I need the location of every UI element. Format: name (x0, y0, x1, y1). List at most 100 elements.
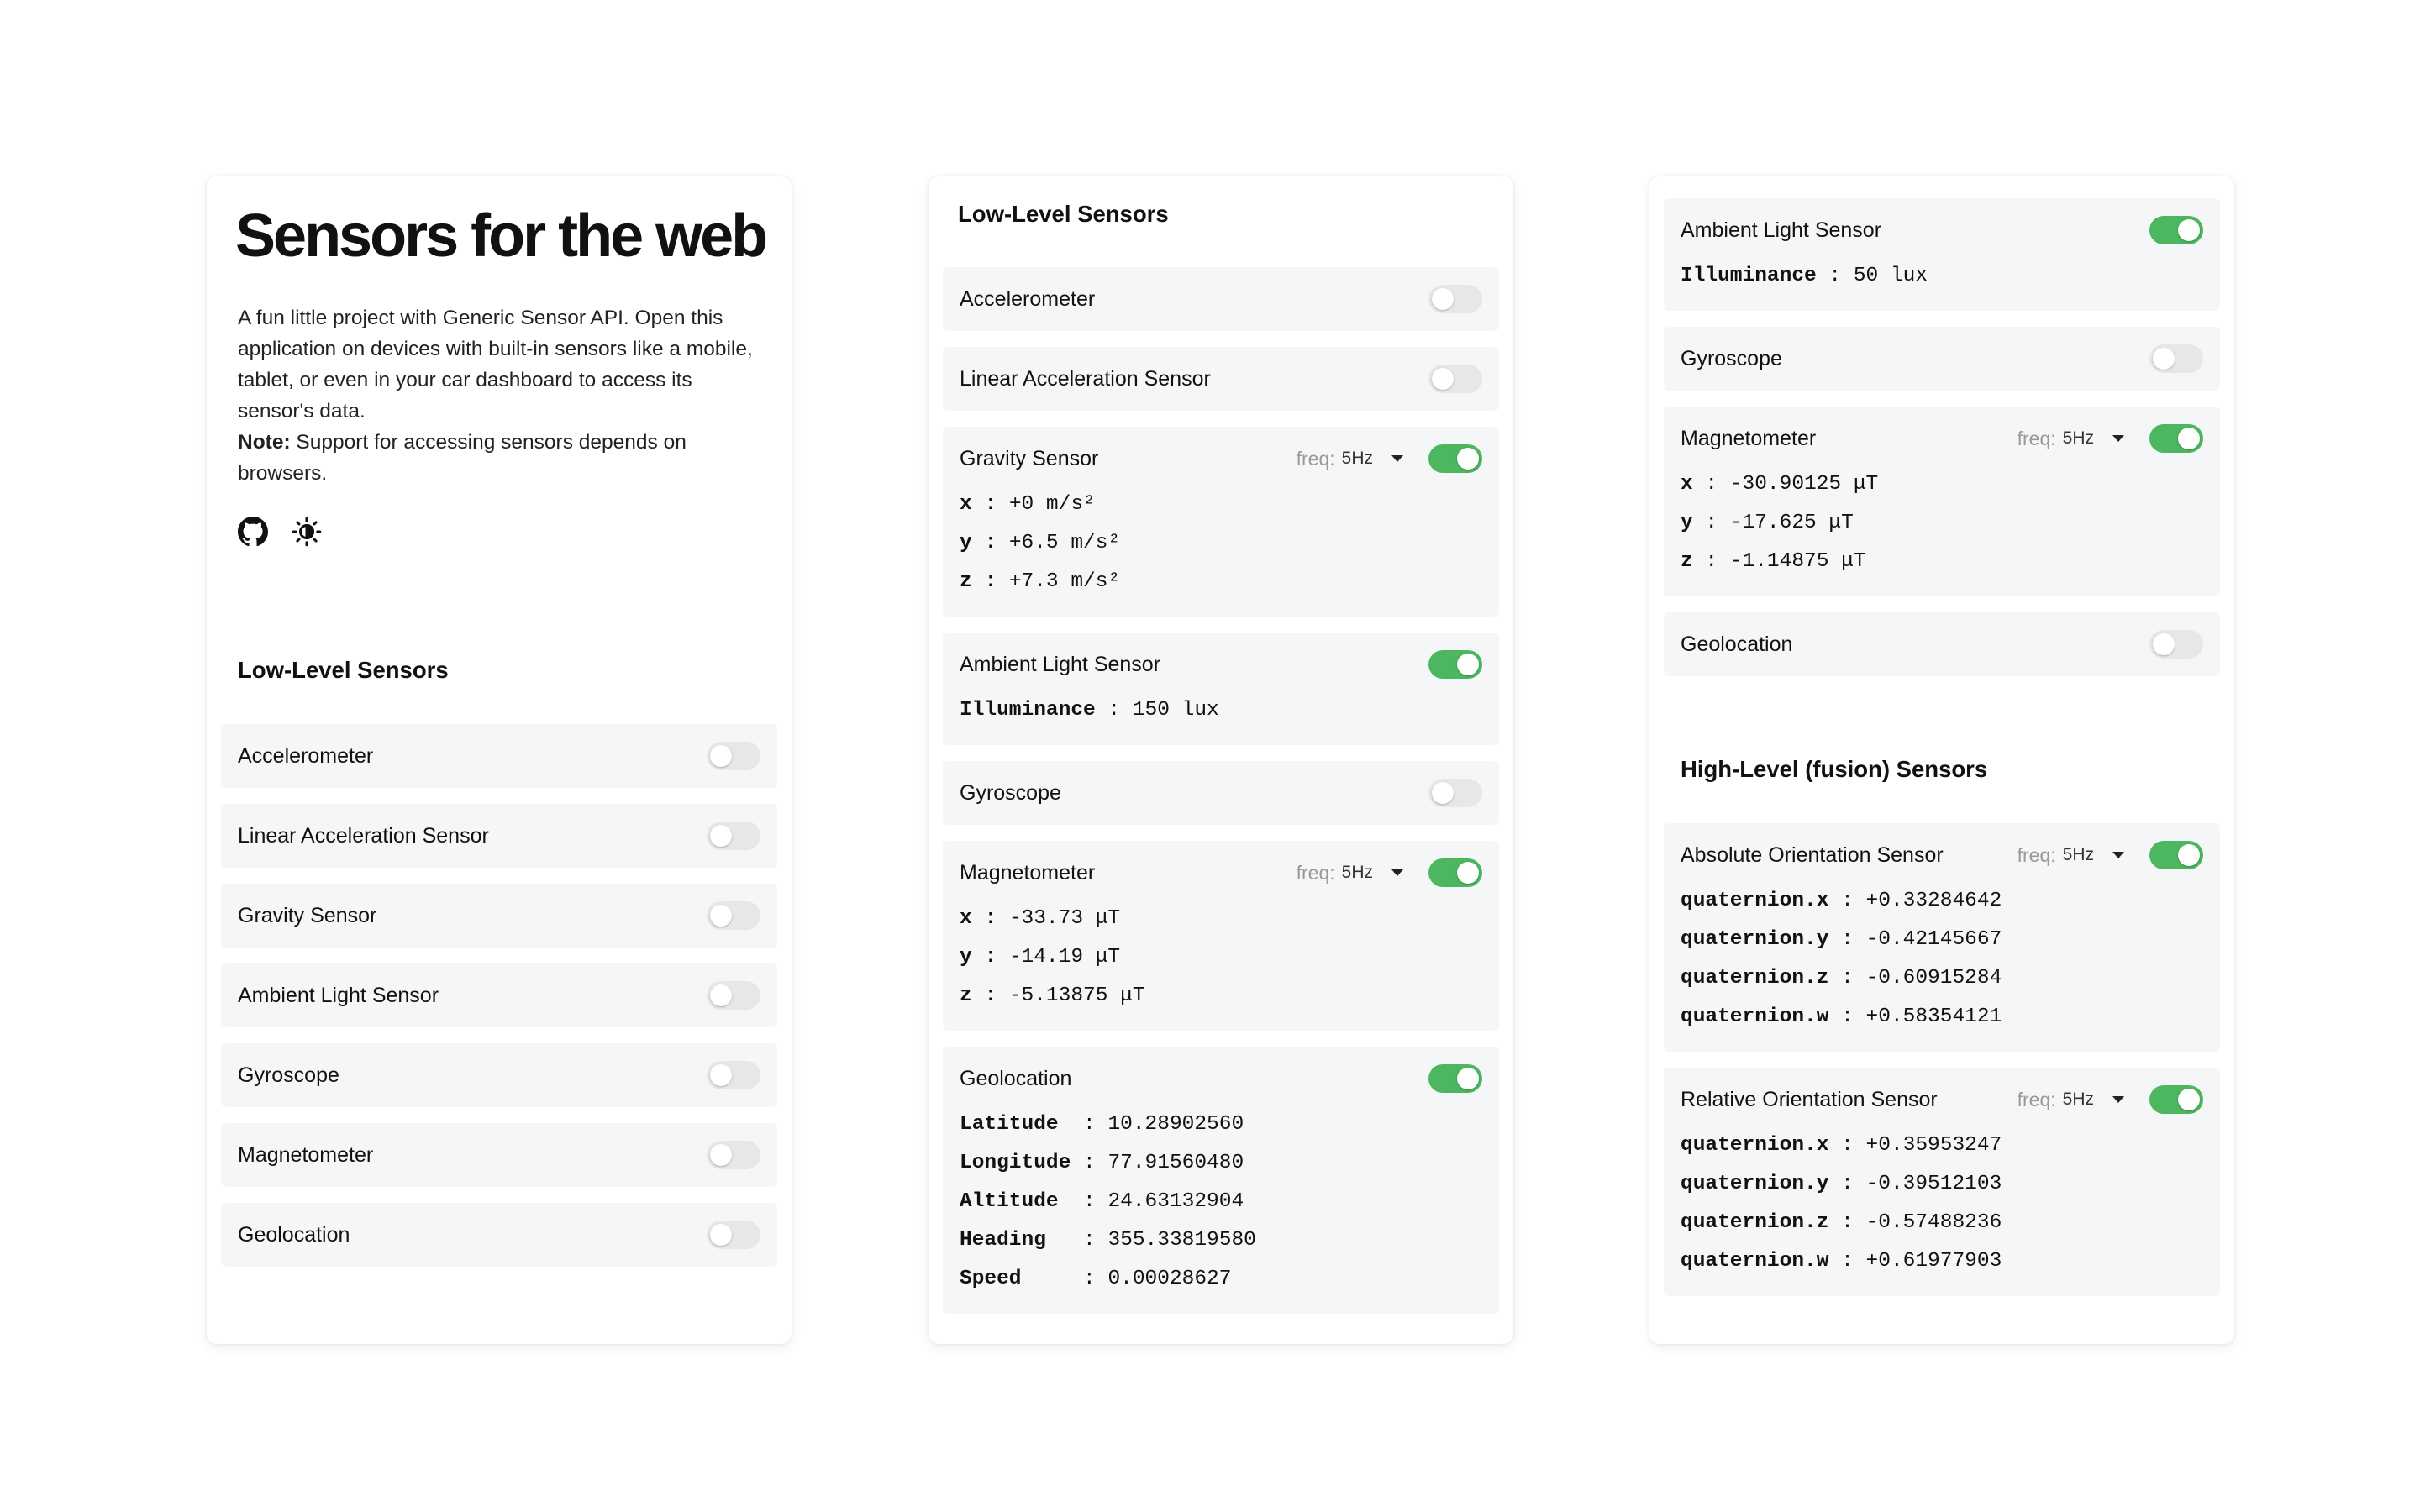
sensor-item-geolocation: Geolocation (221, 1203, 777, 1267)
reading-value: -14.19 μT (1008, 946, 1121, 969)
sensor-toggle[interactable] (1428, 1064, 1482, 1093)
sensor-readings: x : -30.90125 μT y : -17.625 μT z : -1.1… (1681, 465, 2203, 596)
reading-key: quaternion.z (1681, 1211, 1829, 1234)
sensor-toggle[interactable] (2149, 424, 2203, 453)
sensor-toggle[interactable] (707, 1141, 760, 1169)
reading-row: z : -5.13875 μT (960, 984, 1145, 1007)
sensor-name: Gyroscope (1681, 346, 1782, 370)
sensor-item-accelerometer: Accelerometer (221, 724, 777, 788)
low-level-sensors-card: Low-Level Sensors Accelerometer Linear A… (929, 176, 1513, 1344)
sensor-toggle[interactable] (2149, 630, 2203, 659)
reading-row: z : +7.3 m/s² (960, 570, 1121, 593)
sensor-name: Ambient Light Sensor (238, 983, 439, 1007)
sensor-toggle[interactable] (2149, 344, 2203, 373)
frequency-select[interactable]: freq: 5Hz (1297, 862, 1403, 885)
reading-key: z (1681, 550, 1693, 573)
reading-row: Illuminance : 50 lux (1681, 265, 1928, 287)
intro-description: A fun little project with Generic Sensor… (238, 302, 759, 489)
reading-key: quaternion.y (1681, 928, 1829, 951)
freq-label: freq: (2017, 843, 2056, 866)
sensor-name: Magnetometer (238, 1142, 374, 1167)
theme-toggle-icon[interactable] (292, 517, 322, 547)
sensor-toggle[interactable] (1428, 650, 1482, 679)
page-title: Sensors for the web (235, 202, 768, 270)
sensor-item-geolocation: Geolocation Latitude : 10.28902560 Longi… (943, 1047, 1499, 1314)
icon-bar (238, 517, 322, 547)
reading-key: x (960, 493, 972, 516)
freq-label: freq: (1296, 861, 1335, 884)
sensor-toggle[interactable] (707, 822, 760, 850)
sensor-item-gyroscope: Gyroscope (943, 761, 1499, 825)
sensor-toggle[interactable] (2149, 1085, 2203, 1114)
reading-value: 0.00028627 (1107, 1268, 1232, 1290)
sensor-item-magnetometer: Magnetometer freq: 5Hz x : -33.73 μT y :… (943, 841, 1499, 1031)
reading-key: Latitude (960, 1113, 1071, 1136)
frequency-select[interactable]: freq: 5Hz (2018, 844, 2124, 867)
sensor-toggle[interactable] (1428, 444, 1482, 473)
sensor-toggle[interactable] (1428, 779, 1482, 807)
reading-row: quaternion.x : +0.35953247 (1681, 1134, 2002, 1157)
reading-key: x (960, 907, 972, 930)
frequency-select[interactable]: freq: 5Hz (2018, 1089, 2124, 1111)
reading-key: Heading (960, 1229, 1071, 1252)
sensor-name: Accelerometer (960, 286, 1096, 311)
reading-key: Altitude (960, 1190, 1071, 1213)
reading-row: y : -14.19 μT (960, 946, 1121, 969)
reading-row: Latitude : 10.28902560 (960, 1113, 1244, 1136)
reading-row: x : +0 m/s² (960, 493, 1096, 516)
freq-label: freq: (1296, 447, 1335, 470)
fusion-sensors-card: Ambient Light Sensor Illuminance : 50 lu… (1649, 176, 2234, 1344)
sensor-name: Ambient Light Sensor (960, 652, 1161, 676)
frequency-select[interactable]: freq: 5Hz (1297, 448, 1403, 470)
sensor-name: Gravity Sensor (960, 446, 1099, 470)
sensor-toggle[interactable] (1428, 285, 1482, 313)
sensor-item-linear-acceleration: Linear Acceleration Sensor (943, 347, 1499, 411)
reading-key: quaternion.z (1681, 967, 1829, 990)
sensor-toggle[interactable] (2149, 216, 2203, 244)
sensor-toggle[interactable] (1428, 365, 1482, 393)
sensor-item-gyroscope: Gyroscope (221, 1043, 777, 1107)
reading-row: x : -30.90125 μT (1681, 473, 1879, 496)
sensor-toggle[interactable] (707, 901, 760, 930)
reading-value: -17.625 μT (1729, 512, 1854, 534)
sensor-toggle[interactable] (707, 1221, 760, 1249)
sensor-item-gravity: Gravity Sensor freq: 5Hz x : +0 m/s² y :… (943, 427, 1499, 617)
reading-row: Speed : 0.00028627 (960, 1268, 1232, 1290)
reading-row: Illuminance : 150 lux (960, 699, 1219, 722)
sensor-toggle[interactable] (1428, 858, 1482, 887)
sensor-item-magnetometer: Magnetometer (221, 1123, 777, 1187)
freq-value: 5Hz (2062, 428, 2094, 448)
sensor-name: Linear Acceleration Sensor (238, 823, 489, 848)
reading-key: Speed (960, 1268, 1071, 1290)
reading-key: Longitude (960, 1152, 1071, 1174)
reading-row: quaternion.x : +0.33284642 (1681, 890, 2002, 912)
sensor-item-linear-acceleration: Linear Acceleration Sensor (221, 804, 777, 868)
sensor-name: Absolute Orientation Sensor (1681, 843, 1944, 867)
sensor-toggle[interactable] (707, 1061, 760, 1089)
sensor-name: Accelerometer (238, 743, 374, 768)
sensor-readings: Illuminance : 150 lux (960, 691, 1482, 745)
reading-value: -0.60915284 (1865, 967, 2002, 990)
sensor-toggle[interactable] (707, 981, 760, 1010)
reading-value: -1.14875 μT (1729, 550, 1866, 573)
reading-row: Longitude : 77.91560480 (960, 1152, 1244, 1174)
reading-row: quaternion.z : -0.60915284 (1681, 967, 2002, 990)
sensor-toggle[interactable] (2149, 841, 2203, 869)
reading-value: +0.33284642 (1865, 890, 2002, 912)
sensor-item-accelerometer: Accelerometer (943, 267, 1499, 331)
github-icon[interactable] (238, 517, 268, 547)
reading-row: Heading : 355.33819580 (960, 1229, 1256, 1252)
reading-row: Altitude : 24.63132904 (960, 1190, 1244, 1213)
reading-key: quaternion.y (1681, 1173, 1829, 1195)
sensor-toggle[interactable] (707, 742, 760, 770)
reading-value: -30.90125 μT (1729, 473, 1879, 496)
sensor-list: Ambient Light Sensor Illuminance : 50 lu… (1664, 198, 2220, 692)
reading-value: 10.28902560 (1107, 1113, 1244, 1136)
freq-value: 5Hz (2062, 845, 2094, 864)
sensor-item-gyroscope: Gyroscope (1664, 327, 2220, 391)
reading-value: -33.73 μT (1008, 907, 1121, 930)
reading-value: +0.35953247 (1865, 1134, 2002, 1157)
frequency-select[interactable]: freq: 5Hz (2018, 428, 2124, 450)
reading-key: z (960, 570, 972, 593)
sensor-readings: Latitude : 10.28902560 Longitude : 77.91… (960, 1105, 1482, 1314)
